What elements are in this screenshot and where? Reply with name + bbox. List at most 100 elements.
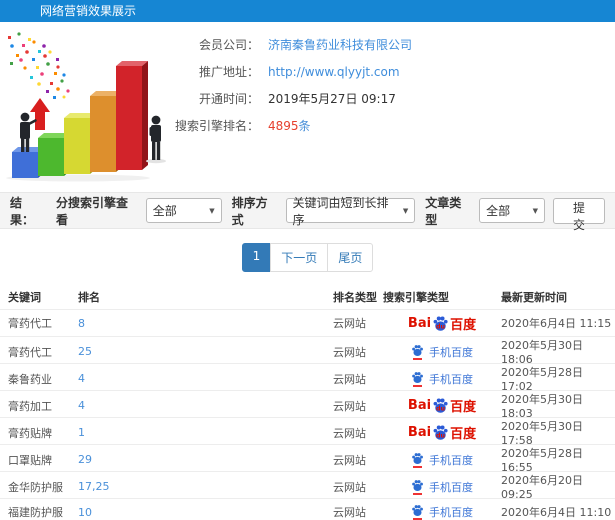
cell-keyword: 口罩贴牌 xyxy=(8,453,52,467)
baidu-logo-bai-text: Bai xyxy=(407,398,432,413)
cell-engine: Bai du 百度 xyxy=(383,314,501,333)
next-page-button[interactable]: 下一页 xyxy=(270,243,329,272)
baidu-logo: Bai du 百度 xyxy=(408,396,476,415)
info-row-url: 推广地址： http://www.qlyyjt.com xyxy=(175,63,615,80)
table-row: 膏药代工 25 云网站 Bai du 百度 xyxy=(0,336,615,366)
table-row: 金华防护服 17,25 云网站 Bai du 百度 xyxy=(0,471,615,501)
sort-select[interactable]: 关键词由短到长排序 ▼ xyxy=(285,196,416,227)
cell-engine: Bai du 百度 xyxy=(383,371,501,387)
table-row: 膏药加工 4 云网站 Bai du 百度 2020年5月30日 18:03 xyxy=(0,390,615,420)
mobile-baidu-label: 手机百度 xyxy=(429,480,473,494)
mobile-baidu-label: 手机百度 xyxy=(429,372,473,386)
table-body: 膏药代工 8 云网站 Bai du 百度 2020年6月4日 11:15 膏药代… xyxy=(0,309,615,520)
member-info: 会员公司： 济南秦鲁药业科技有限公司 推广地址： http://www.qlyy… xyxy=(175,30,615,192)
cell-engine: Bai du 百度 xyxy=(383,479,501,495)
promo-url-label: 推广地址： xyxy=(198,65,259,79)
baidu-logo-cn-text: 百度 xyxy=(450,317,477,333)
info-row-open-time: 开通时间： 2019年5月27日 09:17 xyxy=(175,90,615,107)
confetti-dots xyxy=(8,32,70,99)
bar-chart-illustration xyxy=(0,30,175,182)
result-label: 结果： xyxy=(10,195,35,227)
mobile-baidu-badge: 手机百度 xyxy=(411,344,473,360)
cell-rank-type: 云网站 xyxy=(333,372,366,386)
rank-count-label: 搜索引擎排名： xyxy=(175,119,260,133)
article-type-label: 文章类型 xyxy=(425,195,462,227)
svg-text:du: du xyxy=(436,404,445,412)
mobile-baidu-paw-icon xyxy=(411,344,424,360)
sort-select-value: 关键词由短到长排序 xyxy=(292,195,389,227)
cell-engine: Bai du 百度 xyxy=(383,423,501,442)
mobile-baidu-badge: 手机百度 xyxy=(411,452,473,468)
cell-rank-type: 云网站 xyxy=(333,317,366,330)
promo-url-link[interactable]: http://www.qlyyjt.com xyxy=(268,65,400,79)
mobile-baidu-label: 手机百度 xyxy=(429,506,473,519)
sort-filter-label: 排序方式 xyxy=(231,195,268,227)
table-row: 秦鲁药业 4 云网站 Bai du 百度 xyxy=(0,363,615,393)
page-title: 网络营销效果展示 xyxy=(40,4,137,18)
cell-rank[interactable]: 4 xyxy=(78,372,333,385)
cell-rank-type: 云网站 xyxy=(333,399,366,413)
company-link[interactable]: 济南秦鲁药业科技有限公司 xyxy=(268,36,412,53)
cell-rank-type: 云网站 xyxy=(333,480,366,494)
table-row: 膏药代工 8 云网站 Bai du 百度 2020年6月4日 11:15 xyxy=(0,309,615,336)
cell-keyword: 秦鲁药业 xyxy=(8,372,52,386)
businessman-left xyxy=(20,112,37,152)
cell-rank[interactable]: 25 xyxy=(78,345,333,358)
mobile-baidu-paw-icon xyxy=(411,452,424,468)
baidu-logo: Bai du 百度 xyxy=(408,314,476,333)
baidu-logo: Bai du 百度 xyxy=(408,423,476,442)
window-titlebar: 网络营销效果展示 xyxy=(0,0,615,22)
cell-rank[interactable]: 17,25 xyxy=(78,480,333,493)
cell-updated: 2020年5月30日 18:03 xyxy=(501,393,583,420)
cell-updated: 2020年5月30日 18:06 xyxy=(501,339,583,366)
pagination: 1 下一页 尾页 xyxy=(0,229,615,285)
chevron-down-icon: ▼ xyxy=(209,206,215,215)
results-table: 关键词 排名 排名类型 搜索引擎类型 最新更新时间 膏药代工 8 云网站 Bai… xyxy=(0,285,615,520)
baidu-logo-cn-text: 百度 xyxy=(450,427,477,442)
baidu-paw-icon: du xyxy=(433,398,448,413)
table-row: 福建防护服 10 云网站 Bai du 百度 xyxy=(0,498,615,520)
cell-engine: Bai du 百度 xyxy=(383,504,501,520)
cell-keyword: 福建防护服 xyxy=(8,506,63,519)
filter-controls: 分搜索引擎查看 全部 ▼ 排序方式 关键词由短到长排序 ▼ 文章类型 全部 ▼ … xyxy=(46,194,605,232)
cell-engine: Bai du 百度 xyxy=(383,344,501,360)
mobile-baidu-badge: 手机百度 xyxy=(411,479,473,495)
cell-rank[interactable]: 8 xyxy=(78,317,333,330)
chevron-down-icon: ▼ xyxy=(402,206,409,215)
article-type-select[interactable]: 全部 ▼ xyxy=(479,198,546,223)
cell-updated: 2020年5月28日 17:02 xyxy=(501,366,583,393)
cell-rank[interactable]: 1 xyxy=(78,426,333,439)
table-row: 膏药贴牌 1 云网站 Bai du 百度 2020年5月30日 17:58 xyxy=(0,417,615,447)
cell-rank[interactable]: 29 xyxy=(78,453,333,466)
table-header-row: 关键词 排名 排名类型 搜索引擎类型 最新更新时间 xyxy=(0,285,615,309)
col-header-rank: 排名 xyxy=(78,291,100,304)
page: 网络营销效果展示 会员公司： 济南秦鲁药业科技有限公司 推广地址： http:/… xyxy=(0,0,615,520)
mobile-baidu-paw-icon xyxy=(411,479,424,495)
baidu-logo-bai-text: Bai xyxy=(407,425,432,440)
cell-updated: 2020年6月4日 11:15 xyxy=(501,317,612,330)
open-time-label: 开通时间： xyxy=(198,92,259,106)
filter-bar: 结果： 分搜索引擎查看 全部 ▼ 排序方式 关键词由短到长排序 ▼ 文章类型 全… xyxy=(0,192,615,232)
last-page-button[interactable]: 尾页 xyxy=(327,243,374,272)
engine-select[interactable]: 全部 ▼ xyxy=(145,198,222,223)
cell-keyword: 膏药代工 xyxy=(8,345,52,359)
page-1-button[interactable]: 1 xyxy=(241,243,272,272)
mobile-baidu-badge: 手机百度 xyxy=(411,504,473,520)
engine-filter-label: 分搜索引擎查看 xyxy=(55,195,128,227)
mobile-baidu-label: 手机百度 xyxy=(429,345,473,359)
mobile-baidu-paw-icon xyxy=(411,371,424,387)
summary-section: 会员公司： 济南秦鲁药业科技有限公司 推广地址： http://www.qlyy… xyxy=(0,22,615,192)
cell-rank[interactable]: 4 xyxy=(78,399,333,412)
cell-keyword: 膏药加工 xyxy=(8,399,52,413)
cell-updated: 2020年6月20日 09:25 xyxy=(501,474,583,501)
mobile-baidu-badge: 手机百度 xyxy=(411,371,473,387)
rank-count-suffix: 条 xyxy=(298,119,311,133)
submit-button[interactable]: 提交 xyxy=(553,197,605,232)
cell-rank[interactable]: 10 xyxy=(78,506,333,519)
chevron-down-icon: ▼ xyxy=(532,206,539,215)
businessman-right xyxy=(146,115,166,164)
cell-keyword: 膏药代工 xyxy=(8,317,52,330)
cell-rank-type: 云网站 xyxy=(333,453,366,467)
cell-keyword: 金华防护服 xyxy=(8,480,63,494)
cell-rank-type: 云网站 xyxy=(333,345,366,359)
